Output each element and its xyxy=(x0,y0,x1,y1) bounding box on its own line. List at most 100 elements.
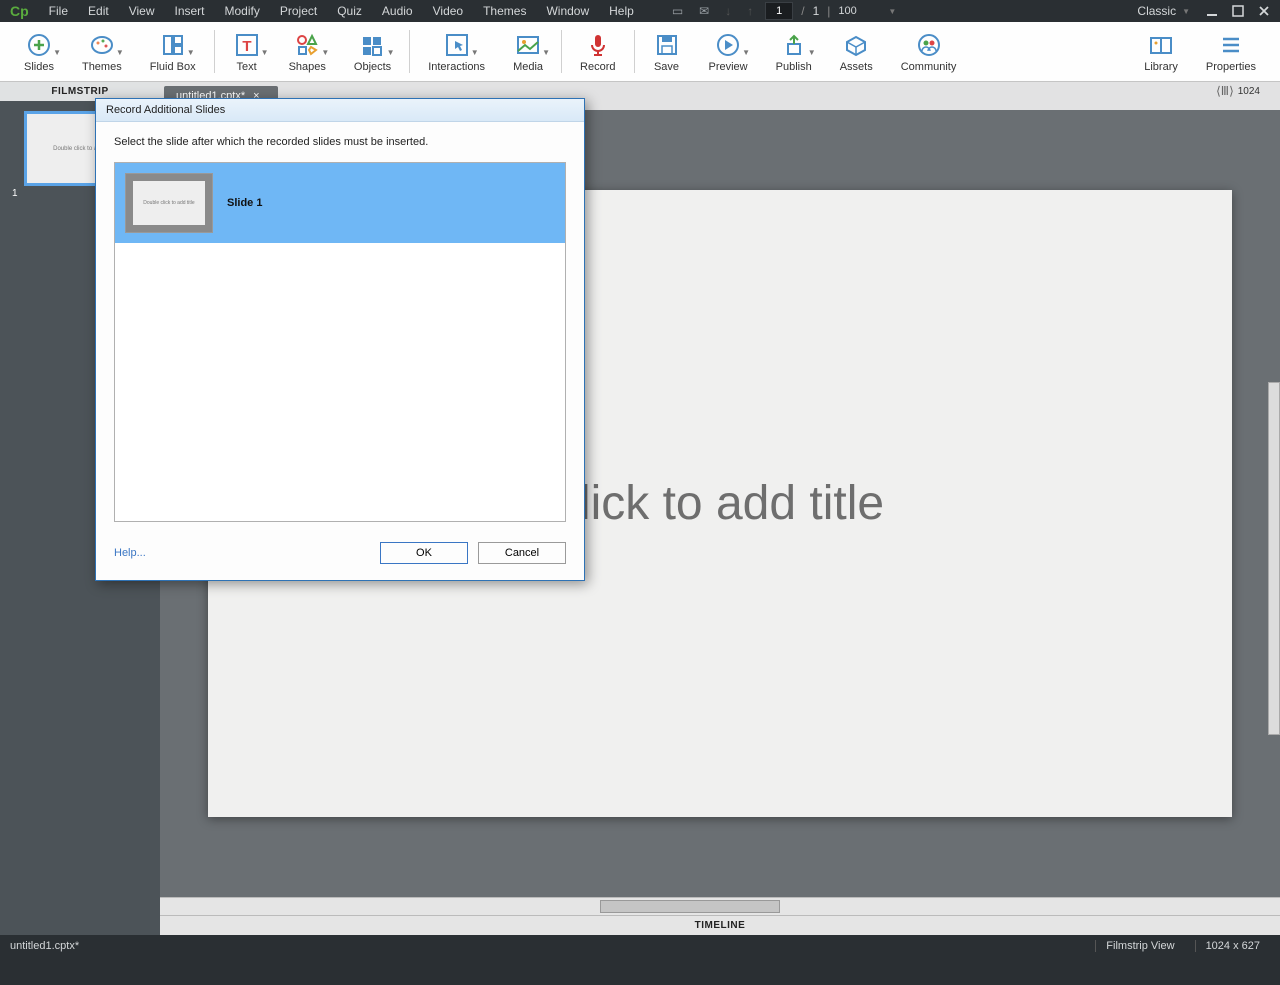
toolbar-slides-button[interactable]: ▼ Slides xyxy=(10,24,68,79)
toolbar-community-button[interactable]: Community xyxy=(887,24,971,79)
toolbar-objects-button[interactable]: ▼Objects xyxy=(340,24,405,79)
svg-text:T: T xyxy=(242,38,251,55)
ruler-handle-icon[interactable]: ⟨Ⅲ⟩ xyxy=(1216,84,1234,98)
slide-list[interactable]: Double click to add title Slide 1 xyxy=(114,162,566,522)
menu-edit[interactable]: Edit xyxy=(80,2,117,20)
slides-icon: ▼ xyxy=(25,31,53,59)
preview-icon: ▼ xyxy=(714,31,742,59)
divider: | xyxy=(827,4,830,18)
themes-icon: ▼ xyxy=(88,31,116,59)
toolbar-record-button[interactable]: Record xyxy=(566,24,629,79)
chevron-down-icon: ▼ xyxy=(1182,7,1190,16)
menu-view[interactable]: View xyxy=(121,2,163,20)
properties-icon xyxy=(1217,31,1245,59)
status-filename: untitled1.cptx* xyxy=(10,940,79,952)
toolbar-shapes-label: Shapes xyxy=(289,61,326,73)
toolbar-separator xyxy=(634,30,635,73)
menu-window[interactable]: Window xyxy=(538,2,597,20)
toolbar-save-button[interactable]: Save xyxy=(639,24,695,79)
app-logo: Cp xyxy=(4,3,35,19)
save-icon xyxy=(653,31,681,59)
publish-icon: ▼ xyxy=(780,31,808,59)
slide-list-item[interactable]: Double click to add title Slide 1 xyxy=(115,163,565,243)
toolbar-library-label: Library xyxy=(1144,61,1178,73)
page-current-input[interactable] xyxy=(765,2,793,20)
menu-video[interactable]: Video xyxy=(425,2,471,20)
toolbar-library-button[interactable]: Library xyxy=(1130,24,1192,79)
ok-button[interactable]: OK xyxy=(380,542,468,564)
community-icon xyxy=(915,31,943,59)
toolbar-fluidbox-label: Fluid Box xyxy=(150,61,196,73)
arrow-down-icon[interactable]: ↓ xyxy=(721,2,735,20)
status-dimensions: 1024 x 627 xyxy=(1195,940,1270,952)
toolbar-preview-button[interactable]: ▼ Preview xyxy=(695,24,762,79)
text-icon: T▼ xyxy=(233,31,261,59)
mail-icon[interactable]: ✉ xyxy=(695,2,713,20)
scrollbar-thumb[interactable] xyxy=(600,900,780,913)
toolbar-shapes-button[interactable]: ▼ Shapes xyxy=(275,24,340,79)
timeline-panel-header[interactable]: TIMELINE xyxy=(160,915,1280,935)
toolbar-text-label: Text xyxy=(236,61,256,73)
zoom-dropdown-icon[interactable]: ▼ xyxy=(888,7,896,16)
menu-themes[interactable]: Themes xyxy=(475,2,534,20)
page-total: 1 xyxy=(813,4,820,18)
menu-help[interactable]: Help xyxy=(601,2,642,20)
toolbar-fluidbox-button[interactable]: ▼ Fluid Box xyxy=(136,24,210,79)
interactions-icon: ▼ xyxy=(443,31,471,59)
dialog-title[interactable]: Record Additional Slides xyxy=(96,99,584,122)
workspace-label: Classic xyxy=(1137,4,1176,18)
assets-icon xyxy=(842,31,870,59)
slide-list-label: Slide 1 xyxy=(227,197,262,209)
menu-file[interactable]: File xyxy=(41,2,76,20)
toolbar-media-label: Media xyxy=(513,61,543,73)
toolbar-slides-label: Slides xyxy=(24,61,54,73)
statusbar: untitled1.cptx* Filmstrip View 1024 x 62… xyxy=(0,935,1280,957)
toolbar-text-button[interactable]: T▼ Text xyxy=(219,24,275,79)
slide-list-thumbnail: Double click to add title xyxy=(125,173,213,233)
toolbar-themes-label: Themes xyxy=(82,61,122,73)
topbar-controls: ▭ ✉ ↓ ↑ / 1 | ▼ xyxy=(668,2,896,20)
horizontal-scrollbar[interactable] xyxy=(160,897,1280,915)
toolbar-community-label: Community xyxy=(901,61,957,73)
caption-icon[interactable]: ▭ xyxy=(668,2,687,20)
help-link[interactable]: Help... xyxy=(114,547,146,559)
ruler-width-value: 1024 xyxy=(1238,86,1260,97)
menu-modify[interactable]: Modify xyxy=(217,2,268,20)
toolbar-record-label: Record xyxy=(580,61,615,73)
ribbon-toolbar: ▼Slides▼Themes▼Fluid BoxT▼Text▼Shapes▼Ob… xyxy=(0,22,1280,82)
toolbar-interactions-label: Interactions xyxy=(428,61,485,73)
record-additional-slides-dialog: Record Additional Slides Select the slid… xyxy=(95,98,585,581)
toolbar-properties-button[interactable]: Properties xyxy=(1192,24,1270,79)
media-icon: ▼ xyxy=(514,31,542,59)
cancel-button[interactable]: Cancel xyxy=(478,542,566,564)
record-icon xyxy=(584,31,612,59)
menu-audio[interactable]: Audio xyxy=(374,2,421,20)
toolbar-separator xyxy=(214,30,215,73)
menu-insert[interactable]: Insert xyxy=(167,2,213,20)
vertical-scrollbar[interactable] xyxy=(1268,382,1280,735)
toolbar-publish-button[interactable]: ▼Publish xyxy=(762,24,826,79)
toolbar-preview-label: Preview xyxy=(709,61,748,73)
toolbar-interactions-button[interactable]: ▼ Interactions xyxy=(414,24,499,79)
toolbar-save-label: Save xyxy=(654,61,679,73)
slide-title-placeholder[interactable]: click to add title xyxy=(556,476,884,531)
toolbar-themes-button[interactable]: ▼ Themes xyxy=(68,24,136,79)
status-view: Filmstrip View xyxy=(1095,940,1184,952)
toolbar-assets-label: Assets xyxy=(840,61,873,73)
menu-project[interactable]: Project xyxy=(272,2,325,20)
menu-quiz[interactable]: Quiz xyxy=(329,2,370,20)
toolbar-assets-button[interactable]: Assets xyxy=(826,24,887,79)
minimize-button[interactable] xyxy=(1200,2,1224,20)
shapes-icon: ▼ xyxy=(293,31,321,59)
fluidbox-icon: ▼ xyxy=(159,31,187,59)
workspace-dropdown[interactable]: Classic ▼ xyxy=(1129,2,1198,20)
maximize-button[interactable] xyxy=(1226,2,1250,20)
page-sep: / xyxy=(801,4,804,18)
toolbar-media-button[interactable]: ▼ Media xyxy=(499,24,557,79)
menubar: FileEditViewInsertModifyProjectQuizAudio… xyxy=(41,2,642,20)
toolbar-separator xyxy=(409,30,410,73)
objects-icon: ▼ xyxy=(359,31,387,59)
arrow-up-icon[interactable]: ↑ xyxy=(743,2,757,20)
zoom-input[interactable] xyxy=(838,5,878,17)
close-button[interactable] xyxy=(1252,2,1276,20)
